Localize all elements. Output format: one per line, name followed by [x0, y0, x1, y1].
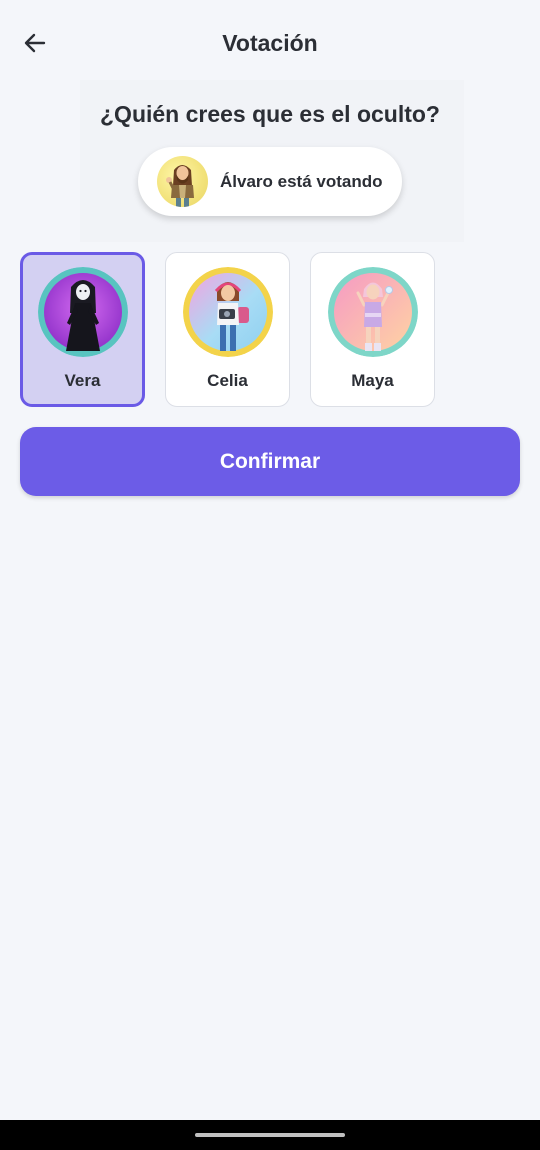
- candidate-avatar: [327, 267, 418, 357]
- candidate-avatar: [182, 267, 273, 357]
- vote-question: ¿Quién crees que es el oculto?: [100, 101, 440, 127]
- confirm-button[interactable]: Confirmar: [20, 427, 520, 496]
- candidate-name: Maya: [351, 371, 394, 390]
- candidate-name: Celia: [207, 371, 248, 390]
- page-title: Votación: [222, 30, 318, 56]
- candidate-card-celia[interactable]: Celia: [165, 252, 290, 407]
- home-gesture-handle[interactable]: [195, 1133, 345, 1137]
- candidate-avatar: [37, 267, 128, 357]
- candidate-card-vera[interactable]: Vera: [20, 252, 145, 407]
- candidate-card-maya[interactable]: Maya: [310, 252, 435, 407]
- voter-status-text: Álvaro está votando: [220, 172, 383, 191]
- current-voter-pill: Álvaro está votando: [138, 147, 402, 216]
- candidate-name: Vera: [64, 371, 101, 390]
- voter-avatar: [157, 156, 208, 207]
- app-header: Votación: [0, 0, 540, 88]
- system-nav-bar: [0, 1120, 540, 1150]
